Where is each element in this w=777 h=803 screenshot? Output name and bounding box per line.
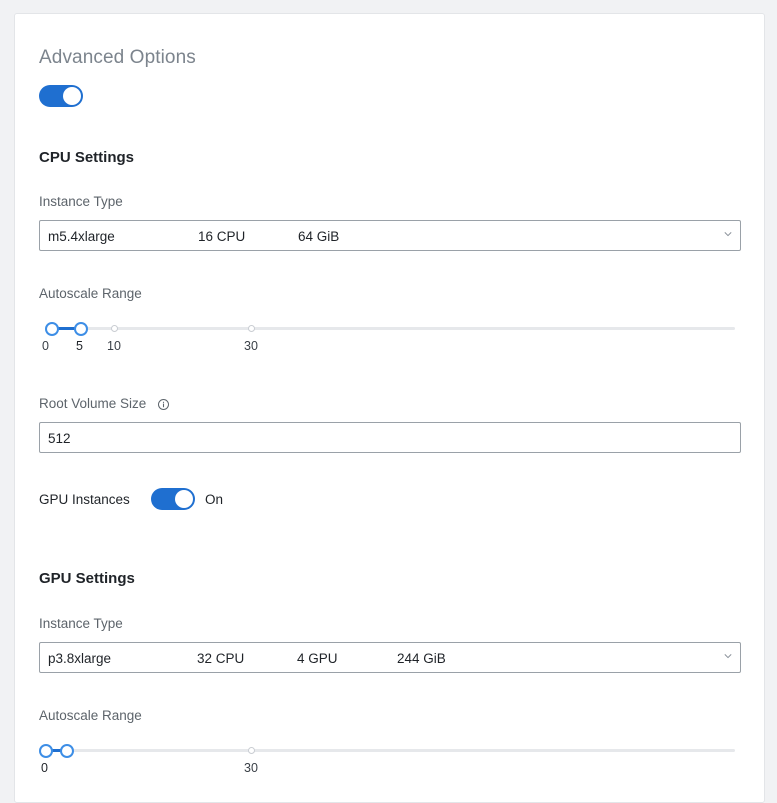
slider-tick-label: 30 bbox=[244, 761, 258, 775]
slider-min-thumb[interactable] bbox=[39, 744, 53, 758]
gpu-autoscale-slider[interactable]: 0 30 bbox=[39, 738, 735, 778]
cpu-instance-cpu: 16 CPU bbox=[198, 229, 246, 244]
advanced-options-toggle[interactable] bbox=[39, 85, 83, 107]
gpu-instance-gpu: 4 GPU bbox=[297, 651, 338, 666]
slider-tick-label: 10 bbox=[107, 339, 121, 353]
advanced-options-card: Advanced Options CPU Settings Instance T… bbox=[14, 13, 765, 803]
slider-tick-30 bbox=[248, 325, 255, 332]
advanced-options-title: Advanced Options bbox=[39, 47, 196, 68]
gpu-instances-state: On bbox=[205, 492, 224, 507]
gpu-instance-memory: 244 GiB bbox=[397, 651, 446, 666]
root-volume-size-input[interactable]: 512 bbox=[39, 422, 741, 453]
slider-track bbox=[45, 327, 735, 330]
gpu-instance-type-label: Instance Type bbox=[39, 616, 123, 631]
cpu-instance-name: m5.4xlarge bbox=[48, 229, 115, 244]
gpu-instances-toggle[interactable] bbox=[151, 488, 195, 510]
gpu-instance-cpu: 32 CPU bbox=[197, 651, 245, 666]
slider-tick-label: 0 bbox=[41, 761, 48, 775]
slider-tick-30 bbox=[248, 747, 255, 754]
slider-max-thumb[interactable] bbox=[60, 744, 74, 758]
slider-max-thumb[interactable] bbox=[74, 322, 88, 336]
slider-tick-10 bbox=[111, 325, 118, 332]
chevron-down-icon bbox=[724, 654, 732, 659]
info-icon[interactable] bbox=[158, 399, 169, 410]
root-volume-size-label: Root Volume Size bbox=[39, 396, 147, 411]
cpu-autoscale-slider[interactable]: 0 5 10 30 bbox=[39, 316, 735, 356]
cpu-settings-title: CPU Settings bbox=[39, 149, 135, 166]
gpu-instance-type-select[interactable]: p3.8xlarge 32 CPU 4 GPU 244 GiB bbox=[39, 642, 741, 673]
root-volume-size-value: 512 bbox=[48, 431, 71, 446]
gpu-instances-label: GPU Instances bbox=[39, 492, 130, 507]
cpu-autoscale-range-label: Autoscale Range bbox=[39, 286, 142, 301]
gpu-settings-title: GPU Settings bbox=[39, 570, 135, 587]
cpu-instance-type-label: Instance Type bbox=[39, 194, 123, 209]
chevron-down-icon bbox=[724, 232, 732, 237]
gpu-autoscale-range-label: Autoscale Range bbox=[39, 708, 142, 723]
slider-tick-label: 30 bbox=[244, 339, 258, 353]
gpu-instance-name: p3.8xlarge bbox=[48, 651, 112, 666]
cpu-instance-memory: 64 GiB bbox=[298, 229, 340, 244]
toggle-knob bbox=[63, 87, 81, 105]
slider-track bbox=[39, 749, 735, 752]
slider-tick-label: 5 bbox=[76, 339, 83, 353]
slider-tick-label: 0 bbox=[42, 339, 49, 353]
cpu-instance-type-select[interactable]: m5.4xlarge 16 CPU 64 GiB bbox=[39, 220, 741, 251]
toggle-knob bbox=[175, 490, 193, 508]
slider-min-thumb[interactable] bbox=[45, 322, 59, 336]
